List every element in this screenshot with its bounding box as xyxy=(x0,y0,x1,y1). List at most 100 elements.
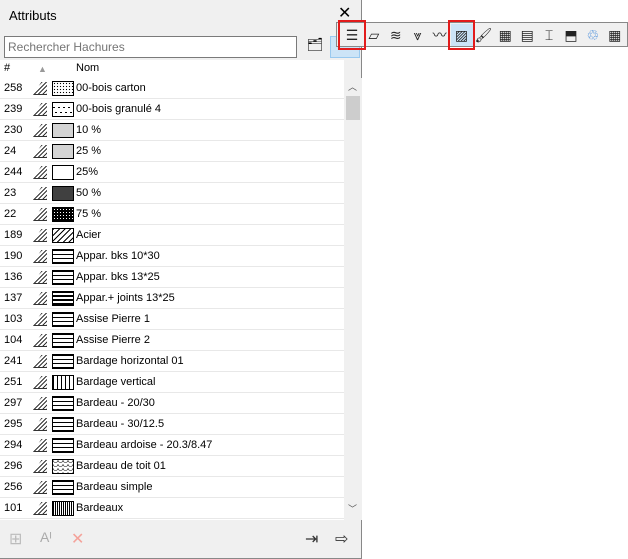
pattern-swatch xyxy=(52,354,74,369)
fill-type-icon xyxy=(33,187,47,200)
table-row[interactable]: 256 Bardeau simple xyxy=(0,477,344,498)
table-row[interactable]: 23 50 % xyxy=(0,183,344,204)
fill-type-icon xyxy=(33,502,47,515)
pattern-swatch xyxy=(52,123,74,138)
row-number: 24 xyxy=(4,145,17,157)
row-name: 75 % xyxy=(76,208,102,220)
new-attribute-icon[interactable]: ⊞ xyxy=(9,529,22,549)
table-row[interactable]: 189 Acier xyxy=(0,225,344,246)
row-number: 230 xyxy=(4,124,23,136)
brush-icon[interactable]: 🖌 xyxy=(472,24,494,46)
fill-type-icon xyxy=(33,397,47,410)
table-row[interactable]: 294 Bardeau ardoise - 20.3/8.47 xyxy=(0,435,344,456)
fill-type-icon xyxy=(33,208,47,221)
mep-icon[interactable]: ♲ xyxy=(582,24,604,46)
fill-type-icon xyxy=(33,313,47,326)
scroll-down-icon[interactable]: ﹀ xyxy=(348,502,357,515)
pattern-swatch xyxy=(52,165,74,180)
fill-type-icon xyxy=(33,439,47,452)
scroll-up-icon[interactable]: ︿ xyxy=(348,80,357,93)
rename-icon[interactable]: Aᴵ xyxy=(40,529,52,545)
row-number: 258 xyxy=(4,82,23,94)
row-name: Bardeau ardoise - 20.3/8.47 xyxy=(76,439,213,451)
col-num[interactable]: # xyxy=(4,62,10,74)
profile-icon[interactable]: ⌶ xyxy=(538,24,560,46)
fill-type-icon xyxy=(33,292,47,305)
row-number: 103 xyxy=(4,313,23,325)
import-icon[interactable]: ⇥ xyxy=(305,529,318,549)
table-row[interactable]: 258 00-bois carton xyxy=(0,78,344,99)
row-number: 256 xyxy=(4,481,23,493)
table-row[interactable]: 137 Appar.+ joints 13*25 xyxy=(0,288,344,309)
highlight-box xyxy=(338,20,366,50)
table-row[interactable]: 230 10 % xyxy=(0,120,344,141)
row-name: Assise Pierre 2 xyxy=(76,334,150,346)
scroll-thumb[interactable] xyxy=(346,96,360,120)
delete-icon[interactable]: ✕ xyxy=(71,529,84,549)
row-name: 10 % xyxy=(76,124,102,136)
fill-type-icon xyxy=(33,166,47,179)
row-name: Bardeau de toit 01 xyxy=(76,460,166,472)
table-row[interactable]: 241 Bardage horizontal 01 xyxy=(0,351,344,372)
fill-type-icon xyxy=(33,103,47,116)
export-icon[interactable]: ⇨ xyxy=(335,529,348,549)
pattern-swatch xyxy=(52,375,74,390)
row-name: Bardage vertical xyxy=(76,376,156,388)
table-row[interactable]: 104 Assise Pierre 2 xyxy=(0,330,344,351)
row-name: Assise Pierre 1 xyxy=(76,313,150,325)
grid-icon[interactable]: ▦ xyxy=(604,24,626,46)
pattern-swatch xyxy=(52,102,74,117)
scrollbar[interactable]: ︿ ﹀ xyxy=(344,78,362,520)
fill-type-icon xyxy=(33,229,47,242)
attributes-panel: Attributs ✕ 🗂 # ▲ Nom 25800-bois carton2… xyxy=(0,0,362,559)
pattern-swatch xyxy=(52,144,74,159)
row-number: 296 xyxy=(4,460,23,472)
fill-type-icon xyxy=(33,250,47,263)
row-name: 00-bois carton xyxy=(76,82,146,94)
table-row[interactable]: 251 Bardage vertical xyxy=(0,372,344,393)
fill-type-icon xyxy=(33,145,47,158)
table-row[interactable]: 101 Bardeaux xyxy=(0,498,344,519)
sort-icon[interactable]: ▲ xyxy=(38,64,47,74)
pattern-swatch xyxy=(52,396,74,411)
table-row[interactable]: 24 25 % xyxy=(0,141,344,162)
table-row[interactable]: 103 Assise Pierre 1 xyxy=(0,309,344,330)
row-name: Appar. bks 13*25 xyxy=(76,271,160,283)
profile-stack-icon[interactable]: ▤ xyxy=(516,24,538,46)
col-name[interactable]: Nom xyxy=(76,62,99,74)
row-number: 241 xyxy=(4,355,23,367)
row-number: 23 xyxy=(4,187,17,199)
fill-type-icon xyxy=(33,82,47,95)
zone-icon[interactable]: ⬒ xyxy=(560,24,582,46)
panel-title: Attributs xyxy=(9,8,57,23)
table-row[interactable] xyxy=(0,519,344,520)
pattern-swatch xyxy=(52,186,74,201)
table-row[interactable]: 295 Bardeau - 30/12.5 xyxy=(0,414,344,435)
fill-type-icon xyxy=(33,355,47,368)
row-name: Acier xyxy=(76,229,102,241)
table-row[interactable]: 239 00-bois granulé 4 xyxy=(0,99,344,120)
pen-icon[interactable]: ⩔ xyxy=(407,24,429,46)
surface-icon[interactable]: ▱ xyxy=(363,24,385,46)
fill-type-icon xyxy=(33,334,47,347)
table-row[interactable]: 136 Appar. bks 13*25 xyxy=(0,267,344,288)
row-name: 25% xyxy=(76,166,99,178)
pattern-swatch xyxy=(52,228,74,243)
table-row[interactable]: 297 Bardeau - 20/30 xyxy=(0,393,344,414)
row-name: Appar.+ joints 13*25 xyxy=(76,292,175,304)
building-material-icon[interactable]: ▦ xyxy=(494,24,516,46)
search-input[interactable] xyxy=(4,36,297,58)
fill-type-icon xyxy=(33,124,47,137)
row-number: 190 xyxy=(4,250,23,262)
footer-toolbar: ⊞ Aᴵ ✕ ⇥ ⇨ xyxy=(0,521,362,559)
table-row[interactable]: 296 Bardeau de toit 01 xyxy=(0,456,344,477)
table-row[interactable]: 190 Appar. bks 10*30 xyxy=(0,246,344,267)
folder-view-button[interactable]: 🗂 xyxy=(304,37,326,57)
row-number: 104 xyxy=(4,334,23,346)
attribute-list: 258 00-bois carton 239 00-bois granulé 4 230… xyxy=(0,78,344,520)
table-row[interactable]: 22 75 % xyxy=(0,204,344,225)
row-name: Bardeau simple xyxy=(76,481,153,493)
composite-icon[interactable]: ≋ xyxy=(385,24,407,46)
table-row[interactable]: 244 25% xyxy=(0,162,344,183)
fill-type-icon xyxy=(33,271,47,284)
